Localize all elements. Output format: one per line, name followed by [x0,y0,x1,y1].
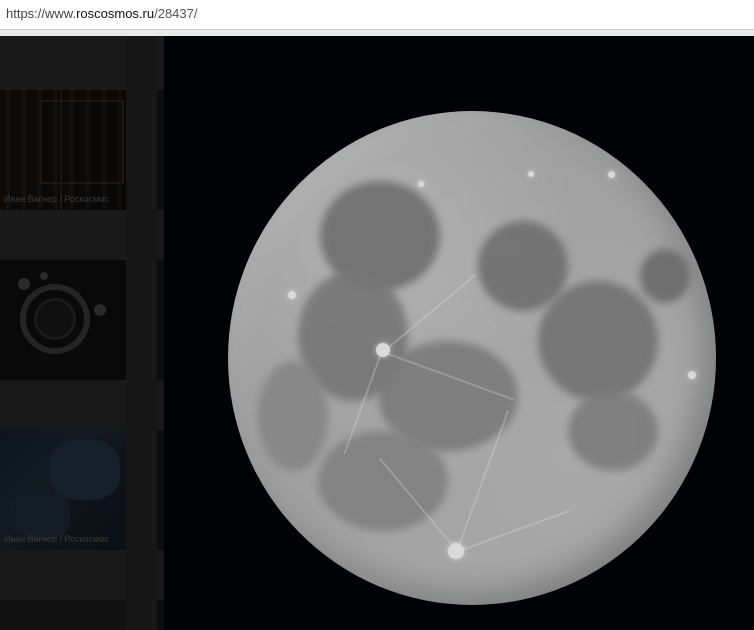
main-photo[interactable] [164,36,754,630]
thumbnail-image-detail [94,304,106,316]
thumbnail-image-detail [34,298,76,340]
moon-image [228,111,716,605]
url-text[interactable]: https://www.roscosmos.ru/28437/ [6,6,197,21]
moon-ray [456,509,570,553]
gallery-thumbnail[interactable]: Иван Вагнер / Роскосмос [0,430,126,550]
url-path: /28437/ [154,6,198,21]
photo-viewer: Иван Вагнер / Роскосмос Иван Вагнер / Ро… [0,36,754,630]
moon-crater [688,371,696,379]
moon-crater [528,171,534,177]
gallery-separator [126,36,158,630]
moon-crater [608,171,615,178]
thumbnail-image-detail [40,272,48,280]
thumbnail-image-detail [18,278,30,290]
moon-crater [288,291,296,299]
url-scheme: https://www. [6,6,77,21]
moon-mare [568,391,658,471]
thumbnail-edge [157,260,164,380]
thumbnail-image-detail [10,490,70,540]
gallery-strip: Иван Вагнер / Роскосмос Иван Вагнер / Ро… [0,36,164,630]
thumbnail-image-detail [40,100,124,184]
moon-mare [640,249,690,303]
gallery-thumbnail[interactable] [0,600,126,630]
url-domain: roscosmos.ru [76,6,155,21]
thumbnail-edge [157,90,164,210]
address-bar[interactable]: https://www.roscosmos.ru/28437/ [0,0,754,30]
moon-mare [538,281,658,401]
thumbnail-edge [157,430,164,550]
thumbnail-caption: Иван Вагнер / Роскосмос [4,534,109,544]
thumbnail-edge [157,600,164,630]
moon-crater [418,181,424,187]
thumbnail-image-detail [60,90,62,210]
thumbnail-image-detail [50,440,120,500]
thumbnail-caption: Иван Вагнер / Роскосмос [4,194,109,204]
moon-mare [478,221,568,311]
gallery-thumbnail[interactable] [0,260,126,380]
gallery-thumbnail[interactable]: Иван Вагнер / Роскосмос [0,90,126,210]
moon-mare [258,361,328,471]
